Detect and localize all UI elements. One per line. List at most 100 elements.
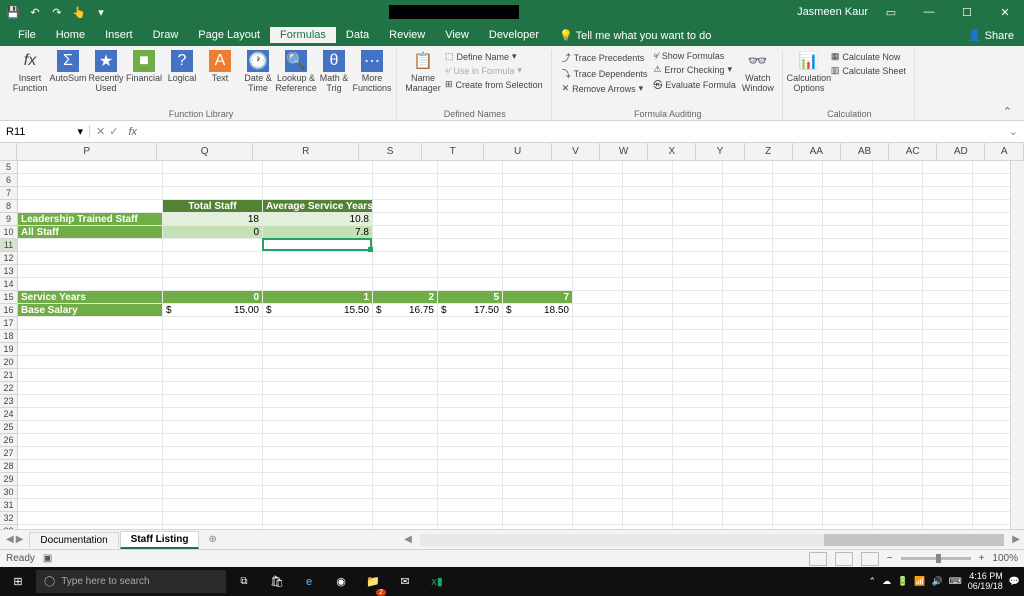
use-in-formula-button[interactable]: ⁹⁄ Use in Formula ▾ xyxy=(443,64,545,77)
row-header-25[interactable]: 25 xyxy=(0,421,17,434)
row-header-29[interactable]: 29 xyxy=(0,473,17,486)
row-header-21[interactable]: 21 xyxy=(0,369,17,382)
row-header-28[interactable]: 28 xyxy=(0,460,17,473)
col-header-P[interactable]: P xyxy=(17,143,157,160)
row-header-11[interactable]: 11 xyxy=(0,239,17,252)
cell-R10[interactable]: 7.8 xyxy=(263,226,373,239)
col-header-U[interactable]: U xyxy=(484,143,551,160)
tab-draw[interactable]: Draw xyxy=(143,27,189,43)
tray-input-icon[interactable]: ⌨ xyxy=(949,576,962,587)
col-header-Q[interactable]: Q xyxy=(157,143,253,160)
share-button[interactable]: 👤 Share xyxy=(958,27,1024,44)
taskbar-edge-icon[interactable]: e xyxy=(294,567,324,596)
evaluate-formula-button[interactable]: ㉿ Evaluate Formula xyxy=(651,77,738,92)
row-header-32[interactable]: 32 xyxy=(0,512,17,525)
row-header-23[interactable]: 23 xyxy=(0,395,17,408)
cell-R8[interactable]: Average Service Years xyxy=(263,200,373,213)
row-header-9[interactable]: 9 xyxy=(0,213,17,226)
close-icon[interactable]: ✕ xyxy=(990,0,1020,24)
normal-view-icon[interactable] xyxy=(809,552,827,566)
spreadsheet-grid[interactable]: PQRSTUVWXYZAAABACADA 5678910111213141516… xyxy=(0,143,1024,529)
row-header-6[interactable]: 6 xyxy=(0,174,17,187)
row-header-5[interactable]: 5 xyxy=(0,161,17,174)
expand-formula-bar-icon[interactable]: ⌄ xyxy=(1003,125,1024,138)
redo-icon[interactable]: ↷ xyxy=(48,3,66,21)
cell-R16[interactable]: $15.50 xyxy=(263,304,373,317)
recently-used-button[interactable]: ★Recently Used xyxy=(88,50,124,93)
create-from-selection-button[interactable]: ⊞ Create from Selection xyxy=(443,78,545,91)
row-header-24[interactable]: 24 xyxy=(0,408,17,421)
undo-icon[interactable]: ↶ xyxy=(26,3,44,21)
page-layout-view-icon[interactable] xyxy=(835,552,853,566)
hscroll-right-icon[interactable]: ▶ xyxy=(1008,534,1024,545)
col-header-AA[interactable]: AA xyxy=(793,143,841,160)
cell-R15[interactable]: 1 xyxy=(263,291,373,304)
taskbar-chrome-icon[interactable]: ◉ xyxy=(326,567,356,596)
row-header-20[interactable]: 20 xyxy=(0,356,17,369)
cell-Q16[interactable]: $15.00 xyxy=(163,304,263,317)
row-header-10[interactable]: 10 xyxy=(0,226,17,239)
taskbar-files-icon[interactable]: 📁2 xyxy=(358,567,388,596)
row-header-33[interactable]: 33 xyxy=(0,525,17,529)
cell-T16[interactable]: $17.50 xyxy=(438,304,503,317)
row-header-12[interactable]: 12 xyxy=(0,252,17,265)
cell-T15[interactable]: 5 xyxy=(438,291,503,304)
tab-nav-next-icon[interactable]: ▶ xyxy=(16,534,24,545)
col-header-X[interactable]: X xyxy=(648,143,696,160)
tab-formulas[interactable]: Formulas xyxy=(270,27,336,43)
cancel-formula-icon[interactable]: ✕ xyxy=(96,125,105,138)
tell-me[interactable]: 💡 Tell me what you want to do xyxy=(549,27,721,44)
col-header-W[interactable]: W xyxy=(600,143,648,160)
cell-P10[interactable]: All Staff xyxy=(18,226,163,239)
col-header-Z[interactable]: Z xyxy=(745,143,793,160)
row-header-18[interactable]: 18 xyxy=(0,330,17,343)
sheet-tab-staff-listing[interactable]: Staff Listing xyxy=(120,531,200,549)
row-header-17[interactable]: 17 xyxy=(0,317,17,330)
formula-input[interactable] xyxy=(141,126,1003,138)
ribbon-opts-icon[interactable]: ▭ xyxy=(876,0,906,24)
page-break-view-icon[interactable] xyxy=(861,552,879,566)
tab-review[interactable]: Review xyxy=(379,27,435,43)
col-header-S[interactable]: S xyxy=(359,143,422,160)
name-manager-button[interactable]: 📋Name Manager xyxy=(405,50,441,93)
tab-developer[interactable]: Developer xyxy=(479,27,549,43)
macro-record-icon[interactable]: ▣ xyxy=(43,553,52,564)
row-header-15[interactable]: 15 xyxy=(0,291,17,304)
hscroll-left-icon[interactable]: ◀ xyxy=(400,534,416,545)
zoom-in-icon[interactable]: + xyxy=(979,553,985,564)
trace-precedents-button[interactable]: ⤴ Trace Precedents xyxy=(560,50,650,65)
cell-Q10[interactable]: 0 xyxy=(163,226,263,239)
cell-R9[interactable]: 10.8 xyxy=(263,213,373,226)
row-header-22[interactable]: 22 xyxy=(0,382,17,395)
trace-dependents-button[interactable]: ⤵ Trace Dependents xyxy=(560,66,650,81)
show-formulas-button[interactable]: ⁹⁄ Show Formulas xyxy=(651,50,738,62)
logical-button[interactable]: ?Logical xyxy=(164,50,200,83)
maximize-icon[interactable]: ☐ xyxy=(952,0,982,24)
row-header-27[interactable]: 27 xyxy=(0,447,17,460)
tab-view[interactable]: View xyxy=(435,27,479,43)
error-checking-button[interactable]: ⚠ Error Checking ▾ xyxy=(651,63,738,76)
add-sheet-button[interactable]: ⊕ xyxy=(200,534,224,545)
tray-chevron-icon[interactable]: ⌃ xyxy=(869,576,877,587)
calculate-sheet-button[interactable]: ▥ Calculate Sheet xyxy=(829,64,908,77)
row-header-26[interactable]: 26 xyxy=(0,434,17,447)
financial-button[interactable]: ■Financial xyxy=(126,50,162,83)
tab-page-layout[interactable]: Page Layout xyxy=(188,27,270,43)
zoom-level[interactable]: 100% xyxy=(992,553,1018,564)
cell-U15[interactable]: 7 xyxy=(503,291,573,304)
col-header-A[interactable]: A xyxy=(985,143,1024,160)
row-header-31[interactable]: 31 xyxy=(0,499,17,512)
select-all-corner[interactable] xyxy=(0,143,17,160)
calculate-now-button[interactable]: ▦ Calculate Now xyxy=(829,50,908,63)
cell-P9[interactable]: Leadership Trained Staff xyxy=(18,213,163,226)
row-header-13[interactable]: 13 xyxy=(0,265,17,278)
tray-volume-icon[interactable]: 🔊 xyxy=(932,576,943,587)
sheet-tab-documentation[interactable]: Documentation xyxy=(29,532,118,548)
row-header-19[interactable]: 19 xyxy=(0,343,17,356)
row-header-16[interactable]: 16 xyxy=(0,304,17,317)
cell-Q15[interactable]: 0 xyxy=(163,291,263,304)
tab-home[interactable]: Home xyxy=(46,27,95,43)
horizontal-scrollbar[interactable] xyxy=(420,534,1004,546)
define-name-button[interactable]: ⬚ Define Name ▾ xyxy=(443,50,545,63)
tab-insert[interactable]: Insert xyxy=(95,27,143,43)
